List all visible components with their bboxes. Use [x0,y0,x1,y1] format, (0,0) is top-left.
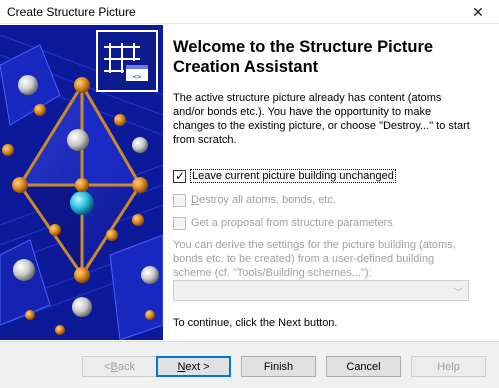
next-button[interactable]: Next > [156,356,231,377]
checkbox-box[interactable] [173,193,186,207]
cancel-button[interactable]: Cancel [326,356,401,377]
leave-unchanged-checkbox[interactable]: ✓ Leave current picture building unchang… [173,168,396,184]
heading-line-1: Welcome to the Structure Picture [173,38,434,56]
destroy-all-label[interactable]: Destroy all atoms, bonds, etc. [191,194,336,206]
sidebar-illustration: <> [0,25,163,340]
help-button[interactable]: Help [411,356,486,377]
intro-text: The active structure picture already has… [173,92,470,146]
checkbox-box[interactable]: ✓ [173,168,186,183]
checkmark-icon: ✓ [174,168,186,183]
close-icon[interactable]: ✕ [463,2,493,22]
back-rest: ack [117,360,135,373]
window-title: Create Structure Picture [7,5,136,19]
label-rest: estroy all atoms, bonds, etc. [198,194,336,206]
finish-button[interactable]: Finish [241,356,316,377]
derive-settings-text: You can derive the settings for the pict… [173,239,456,279]
destroy-all-checkbox[interactable]: Destroy all atoms, bonds, etc. [173,192,336,208]
continue-instruction: To continue, click the Next button. [173,317,338,329]
structure-grid-icon: <> [96,30,158,92]
mnemonic-char: D [191,194,199,206]
crystal-structure-image: <> [0,25,163,340]
next-mnemonic: N [177,360,186,373]
get-proposal-label[interactable]: Get a proposal from structure parameters [191,217,393,229]
title-bar: Create Structure Picture ✕ [0,0,499,24]
back-button[interactable]: < Back [82,356,157,377]
button-bar: < Back Next > Finish Cancel Help [0,341,499,388]
heading-line-2: Creation Assistant [173,58,319,76]
next-rest: ext > [185,360,210,373]
get-proposal-checkbox[interactable]: Get a proposal from structure parameters [173,215,393,231]
leave-unchanged-label[interactable]: Leave current picture building unchanged [190,169,396,183]
svg-text:<>: <> [133,73,141,81]
chevron-down-icon[interactable]: ﹀ [453,284,463,299]
back-mnemonic: B [110,360,118,373]
checkbox-box[interactable] [173,216,186,230]
page-heading: Welcome to the Structure Picture Creatio… [173,37,473,77]
building-scheme-combobox[interactable]: ﹀ [173,280,469,301]
